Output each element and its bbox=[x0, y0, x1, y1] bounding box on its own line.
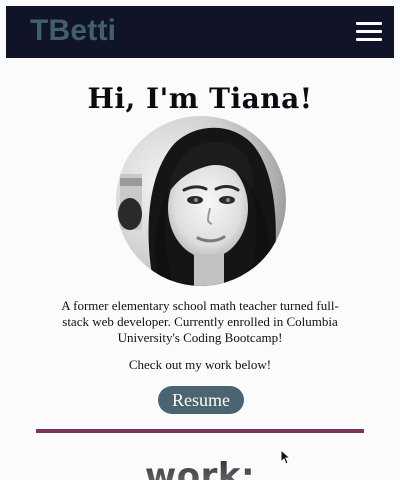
hamburger-bar bbox=[356, 22, 382, 25]
hero-title: Hi, I'm Tiana! bbox=[87, 82, 313, 115]
avatar bbox=[116, 116, 286, 286]
section-divider bbox=[36, 429, 364, 433]
brand-logo[interactable]: TBetti bbox=[30, 13, 116, 49]
hamburger-bar bbox=[356, 30, 382, 33]
avatar-photo bbox=[116, 116, 286, 286]
hamburger-menu-icon[interactable] bbox=[356, 20, 384, 42]
navbar: TBetti bbox=[6, 6, 394, 58]
bio-text: A former elementary school math teacher … bbox=[61, 298, 339, 345]
page: TBetti Hi, I'm Tiana! A former elementar… bbox=[0, 0, 400, 480]
resume-button[interactable]: Resume bbox=[158, 386, 244, 414]
cta-text: Check out my work below! bbox=[128, 357, 272, 372]
hamburger-bar bbox=[356, 38, 382, 41]
work-section-title: work: bbox=[144, 456, 256, 480]
